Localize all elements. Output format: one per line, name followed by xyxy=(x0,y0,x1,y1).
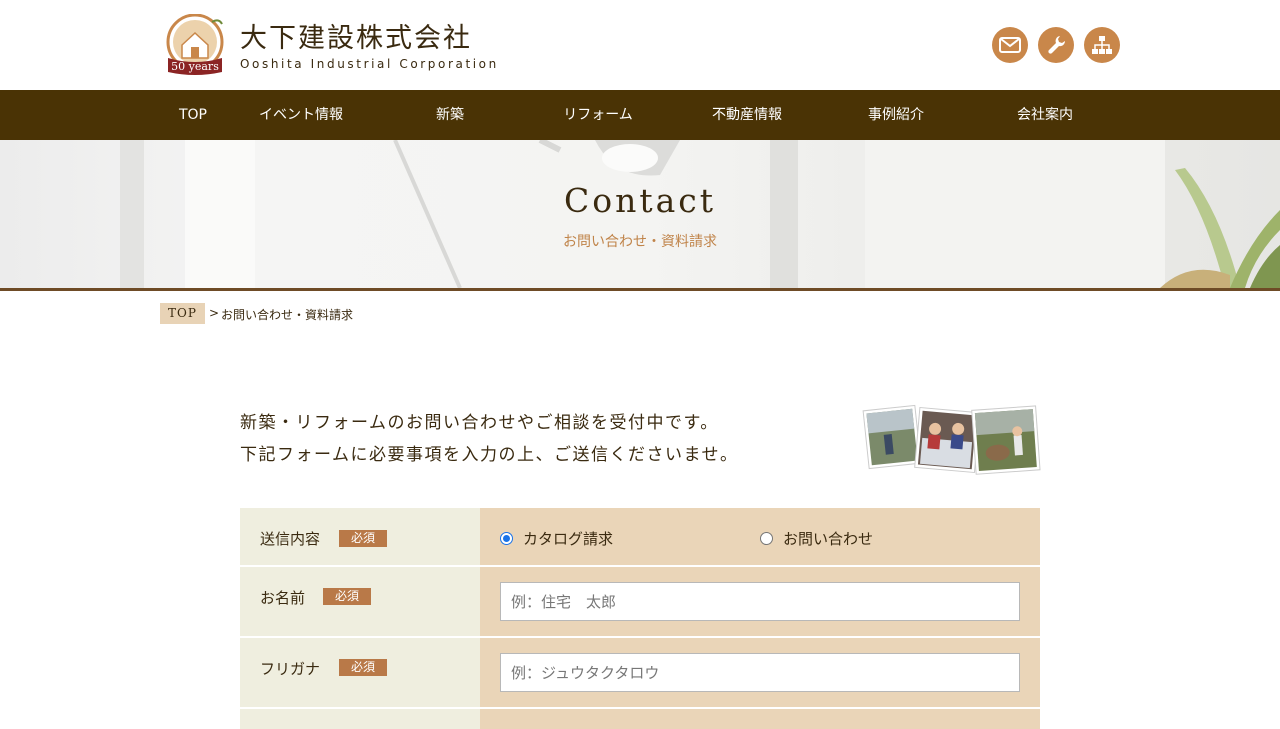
form-row-kana: フリガナ 必須 xyxy=(240,638,1040,707)
form-field-cell xyxy=(480,638,1040,707)
nav-item-events[interactable]: イベント情報 xyxy=(246,90,356,140)
form-field-cell xyxy=(480,709,1040,729)
form-label-cell: フリガナ 必須 xyxy=(240,638,480,707)
breadcrumb-top-link[interactable]: TOP xyxy=(160,303,205,324)
radio-catalog-indicator[interactable] xyxy=(500,532,513,545)
company-name: 大下建設株式会社 xyxy=(240,23,472,54)
name-label: お名前 xyxy=(260,589,306,607)
intro-line-2: 下記フォームに必要事項を入力の上、ご送信くださいませ。 xyxy=(240,445,739,465)
radio-catalog-label: カタログ請求 xyxy=(523,530,614,548)
page-title: Contact xyxy=(563,181,717,220)
nav-item-reform[interactable]: リフォーム xyxy=(548,90,648,140)
wrench-icon[interactable] xyxy=(1038,27,1074,63)
sitemap-icon[interactable] xyxy=(1084,27,1120,63)
required-badge: 必須 xyxy=(339,659,387,676)
nav-item-company[interactable]: 会社案内 xyxy=(995,90,1095,140)
family-photos-image xyxy=(862,404,1041,475)
nav-item-new-build[interactable]: 新築 xyxy=(400,90,500,140)
company-logo[interactable]: 50 years xyxy=(164,13,226,76)
intro-line-1: 新築・リフォームのお問い合わせやご相談を受付中です。 xyxy=(240,413,719,433)
name-input[interactable] xyxy=(500,582,1020,621)
breadcrumb-current: お問い合わせ・資料請求 xyxy=(221,308,354,322)
breadcrumb-separator: > xyxy=(209,306,220,320)
hero-divider xyxy=(0,288,1280,291)
company-name-en: Ooshita Industrial Corporation xyxy=(240,57,499,71)
required-badge: 必須 xyxy=(323,588,371,605)
radio-inquiry-label: お問い合わせ xyxy=(783,530,874,548)
form-row-send-type: 送信内容 必須 カタログ請求 お問い合わせ xyxy=(240,508,1040,565)
radio-inquiry[interactable]: お問い合わせ xyxy=(760,528,873,549)
radio-catalog[interactable]: カタログ請求 xyxy=(500,528,613,549)
form-row-next xyxy=(240,709,1040,729)
form-field-cell xyxy=(480,567,1040,636)
site-header: 50 years 大下建設株式会社 Ooshita Industrial Cor… xyxy=(0,0,1280,90)
form-row-name: お名前 必須 xyxy=(240,567,1040,636)
logo-badge-text: 50 years xyxy=(171,60,219,73)
required-badge: 必須 xyxy=(339,530,387,547)
form-field-cell: カタログ請求 お問い合わせ xyxy=(480,508,1040,565)
kana-input[interactable] xyxy=(500,653,1020,692)
page-subtitle: お問い合わせ・資料請求 xyxy=(563,234,717,250)
form-label-cell: 送信内容 必須 xyxy=(240,508,480,565)
send-type-label: 送信内容 xyxy=(260,530,321,548)
nav-item-top[interactable]: TOP xyxy=(160,90,226,140)
nav-item-real-estate[interactable]: 不動産情報 xyxy=(697,90,797,140)
mail-icon[interactable] xyxy=(992,27,1028,63)
kana-label: フリガナ xyxy=(260,660,321,678)
radio-inquiry-indicator[interactable] xyxy=(760,532,773,545)
form-label-cell xyxy=(240,709,480,729)
nav-item-cases[interactable]: 事例紹介 xyxy=(846,90,946,140)
form-label-cell: お名前 必須 xyxy=(240,567,480,636)
hero-banner: Contact お問い合わせ・資料請求 xyxy=(0,140,1280,288)
main-nav: TOP イベント情報 新築 リフォーム 不動産情報 事例紹介 会社案内 xyxy=(0,90,1280,140)
